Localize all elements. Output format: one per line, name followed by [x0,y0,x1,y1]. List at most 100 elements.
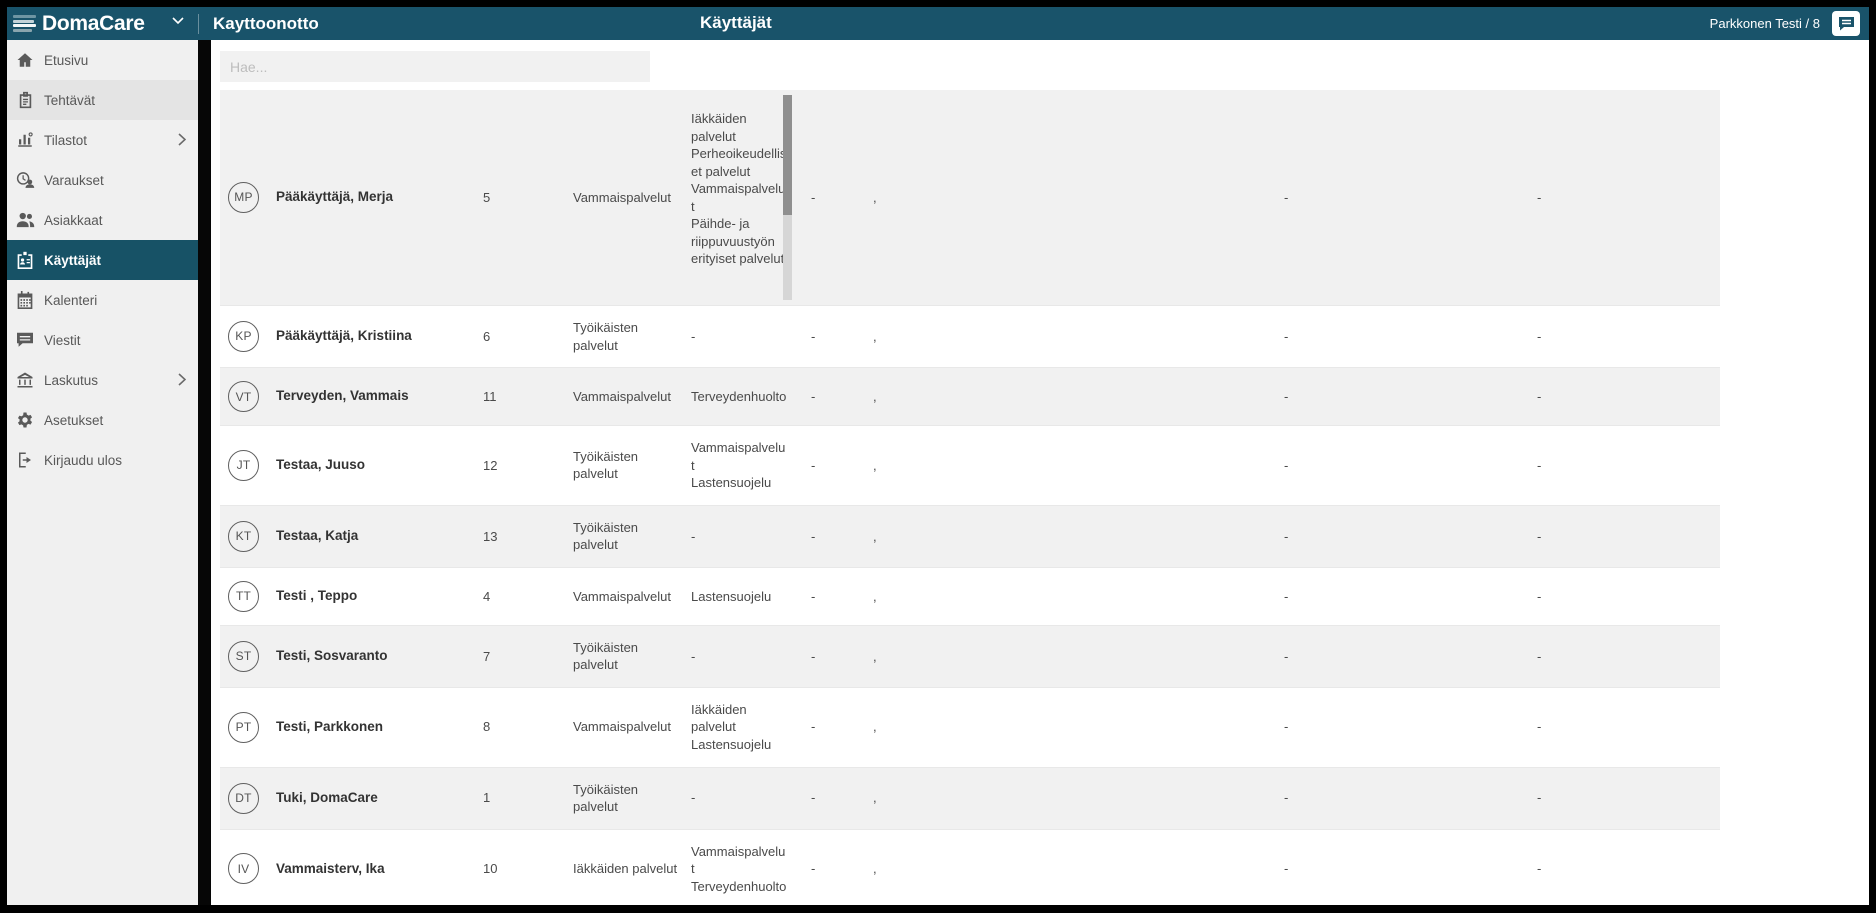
user-name: Testi, Parkkonen [276,719,384,735]
sidebar-nav: Etusivu Tehtävät Tilastot Varaukset Asia… [7,40,198,905]
col-dash-2: - [1284,719,1289,735]
service-area: Työikäisten palvelut [573,448,639,482]
top-header-bar: DomaCare Kayttoonotto Käyttäjät Parkkone… [7,7,1869,40]
user-number: 11 [483,388,497,404]
avatar: DT [228,782,259,814]
col-comma: , [873,388,877,404]
col-dash-1: - [811,719,816,735]
table-row[interactable]: TT Testi , Teppo 4 Vammaispalvelut Laste… [220,567,1720,626]
table-row[interactable]: IV Vammaisterv, Ika 10 Iäkkäiden palvelu… [220,829,1720,905]
col-dash-1: - [811,388,816,404]
chat-button[interactable] [1832,11,1860,36]
col-comma: , [873,328,877,344]
service-area: Työikäisten palvelut [573,519,639,553]
chevron-down-icon[interactable] [172,17,184,25]
avatar: IV [228,853,259,885]
app-window: DomaCare Kayttoonotto Käyttäjät Parkkone… [7,7,1869,905]
avatar: MP [228,182,259,213]
col-dash-3: - [1537,328,1542,344]
user-name: Vammaisterv, Ika [276,860,385,876]
col-comma: , [873,588,877,604]
col-dash-1: - [811,588,816,604]
users-table: MP Pääkäyttäjä, Merja 5 Vammaispalvelut … [220,90,1720,905]
sidebar-item-asetukset[interactable]: Asetukset [7,400,198,440]
table-row[interactable]: DT Tuki, DomaCare 1 Työikäisten palvelut… [220,767,1720,830]
table-row[interactable]: PT Testi, Parkkonen 8 Vammaispalvelut Iä… [220,687,1720,768]
user-number: 8 [483,719,491,735]
avatar: KP [228,321,259,353]
user-name: Testi, Sosvaranto [276,648,388,664]
col-comma: , [873,189,877,205]
sidebar-item-tehtavat[interactable]: Tehtävät [7,80,198,120]
sidebar-item-varaukset[interactable]: Varaukset [7,160,198,200]
avatar: PT [228,711,259,743]
chevron-right-icon [178,133,186,146]
search-input[interactable] [220,51,650,82]
brand-menu[interactable]: DomaCare [7,7,198,40]
service-area: Vammaispalvelut [573,189,672,205]
tasks-icon [15,90,35,110]
user-name: Testi , Teppo [276,588,358,604]
col-dash-1: - [811,189,816,205]
user-number: 7 [483,648,491,664]
col-dash-2: - [1284,648,1289,664]
module-title: Kayttoonotto [213,13,319,33]
service-area: Työikäisten palvelut [573,639,639,673]
sidebar-item-kayttajat[interactable]: Käyttäjät [7,240,198,280]
col-dash-3: - [1537,388,1542,404]
table-row[interactable]: MP Pääkäyttäjä, Merja 5 Vammaispalvelut … [220,90,1720,306]
col-comma: , [873,648,877,664]
header-divider [198,13,199,34]
avatar: VT [228,381,259,413]
avatar: ST [228,640,259,672]
page-title: Käyttäjät [700,13,772,32]
users-icon [15,250,35,270]
sidebar-item-kalenteri[interactable]: Kalenteri [7,280,198,320]
billing-icon [15,370,35,390]
services-scrollbar[interactable] [783,95,792,300]
user-number: 5 [483,189,491,205]
sidebar-item-etusivu[interactable]: Etusivu [7,40,198,80]
chevron-right-icon [178,373,186,386]
user-number: 10 [483,861,498,877]
user-number: 6 [483,328,491,344]
reservations-icon [15,170,35,190]
sidebar-item-laskutus[interactable]: Laskutus [7,360,198,400]
col-dash-3: - [1537,189,1542,205]
settings-icon [15,410,35,430]
sidebar-item-tilastot[interactable]: Tilastot [7,120,198,160]
logged-in-user: Parkkonen Testi / 8 [1709,16,1820,31]
table-row[interactable]: KP Pääkäyttäjä, Kristiina 6 Työikäisten … [220,306,1720,369]
col-dash-3: - [1537,790,1542,806]
col-dash-1: - [811,328,816,344]
sidebar-item-viestit[interactable]: Viestit [7,320,198,360]
services-scrollbar-thumb[interactable] [783,95,792,215]
table-row[interactable]: JT Testaa, Juuso 12 Työikäisten palvelut… [220,426,1720,506]
service-area: Työikäisten palvelut [573,781,639,815]
table-row[interactable]: KT Testaa, Katja 13 Työikäisten palvelut… [220,505,1720,568]
sidebar-item-asiakkaat[interactable]: Asiakkaat [7,200,198,240]
col-dash-3: - [1537,648,1542,664]
user-name: Tuki, DomaCare [276,790,378,805]
col-comma: , [873,790,877,806]
table-row[interactable]: VT Terveyden, Vammais 11 Vammaispalvelut… [220,368,1720,427]
col-dash-3: - [1537,528,1542,544]
service-area: Iäkkäiden palvelut [573,861,678,877]
user-number: 1 [483,790,491,806]
domacare-logo-icon [13,15,36,32]
col-comma: , [873,528,877,544]
logout-icon [15,450,35,470]
sidebar-item-kirjaudu-ulos[interactable]: Kirjaudu ulos [7,440,198,480]
col-dash-1: - [811,457,816,473]
service-types-list: - [691,648,696,664]
table-row[interactable]: ST Testi, Sosvaranto 7 Työikäisten palve… [220,625,1720,688]
service-area: Työikäisten palvelut [573,320,639,353]
col-dash-3: - [1537,588,1542,604]
col-dash-2: - [1284,861,1289,877]
service-types-list: Iäkkäiden palvelut Perheoikeudelliset pal… [691,111,787,267]
user-name: Pääkäyttäjä, Kristiina [276,328,412,344]
sidebar-content-gutter [198,40,211,905]
col-dash-1: - [811,648,816,664]
user-name: Pääkäyttäjä, Merja [276,189,394,205]
service-types-list: Iäkkäiden palvelut Lastensuojelu [691,701,772,753]
